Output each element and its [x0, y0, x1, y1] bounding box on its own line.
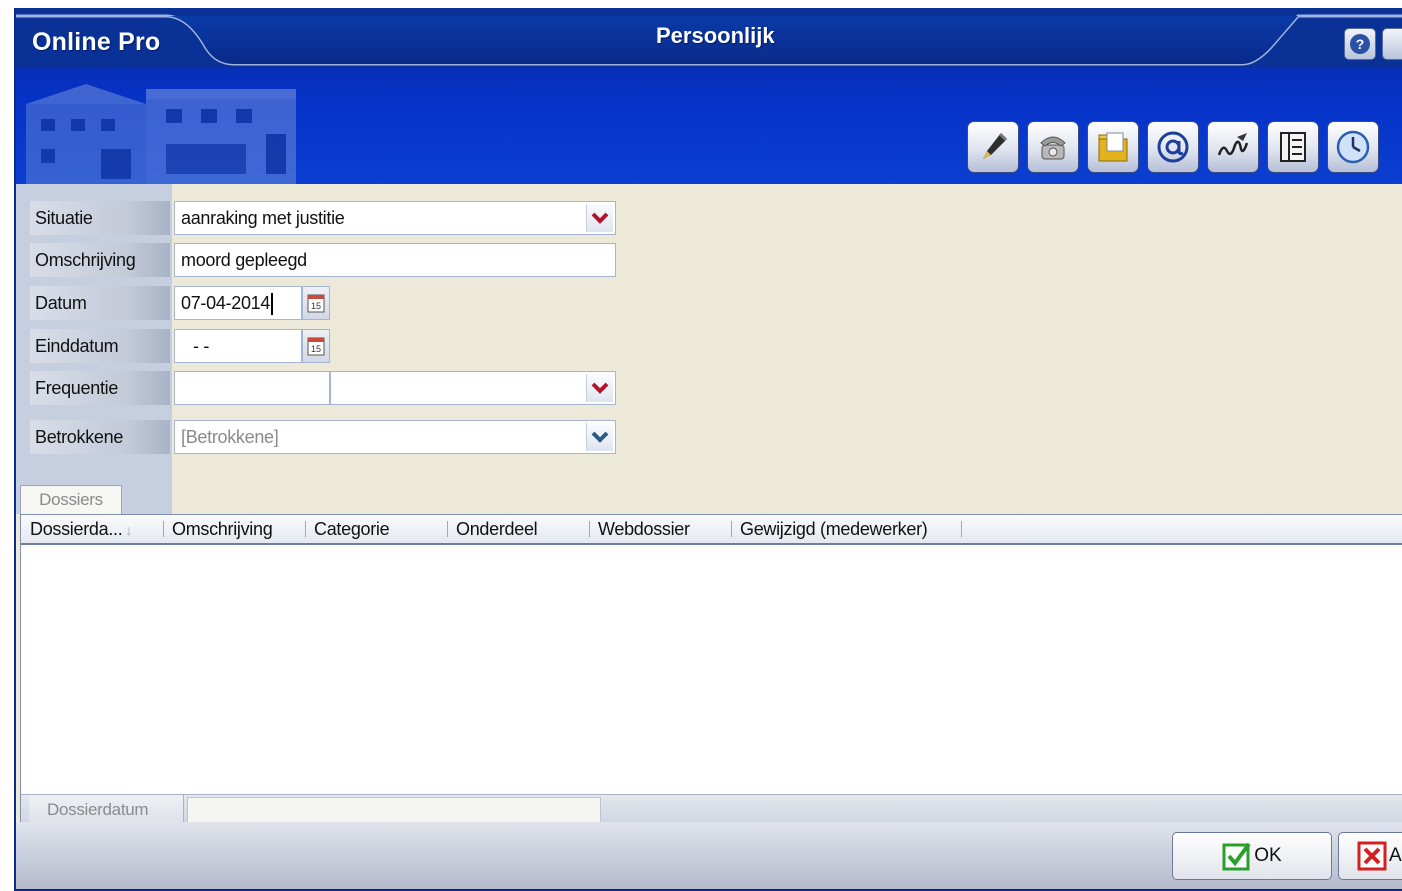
chevron-down-icon: [591, 382, 609, 394]
app-title: Online Pro: [32, 28, 161, 56]
calendar-icon: 15: [307, 294, 325, 313]
column-header-gewijzigd[interactable]: Gewijzigd (medewerker): [733, 515, 961, 543]
einddatum-input[interactable]: - -: [174, 329, 302, 363]
tab-dossiers[interactable]: Dossiers: [20, 485, 122, 515]
column-divider[interactable]: [447, 521, 448, 537]
einddatum-calendar-button[interactable]: 15: [302, 329, 330, 363]
email-button[interactable]: [1147, 121, 1199, 173]
help-icon: ?: [1350, 34, 1370, 54]
situatie-select[interactable]: aanraking met justitie: [174, 201, 616, 235]
column-header-omschrijving[interactable]: Omschrijving: [165, 515, 305, 543]
column-divider[interactable]: [961, 521, 962, 537]
frequentie-dropdown-button[interactable]: [586, 374, 613, 402]
folder-button[interactable]: [1087, 121, 1139, 173]
window-control-button[interactable]: [1382, 28, 1402, 60]
calendar-icon: 15: [307, 337, 325, 356]
help-button[interactable]: ?: [1344, 28, 1376, 60]
chevron-down-icon: [591, 212, 609, 224]
building-image: [26, 84, 296, 184]
omschrijving-label: Omschrijving: [30, 243, 170, 277]
frequentie-amount-input[interactable]: [174, 371, 330, 405]
cancel-label: A: [1389, 845, 1402, 866]
book-icon: [1280, 132, 1306, 162]
cancel-button[interactable]: A: [1338, 832, 1402, 880]
text-cursor: [271, 293, 274, 316]
book-button[interactable]: [1267, 121, 1319, 173]
header-banner: Online Pro Persoonlijk ?: [16, 8, 1402, 184]
folder-icon: [1098, 132, 1128, 162]
betrokkene-label: Betrokkene: [30, 420, 170, 454]
grid-header: Dossierda... ↓ Omschrijving Categorie Ond…: [21, 515, 1402, 545]
betrokkene-select[interactable]: [Betrokkene]: [174, 420, 616, 454]
column-label: Dossierda...: [30, 519, 123, 539]
column-divider[interactable]: [163, 521, 164, 537]
grid-filter-bar: Dossierdatum: [21, 794, 1402, 825]
svg-text:15: 15: [311, 344, 321, 354]
omschrijving-input[interactable]: moord gepleegd: [174, 243, 616, 277]
ok-label: OK: [1254, 845, 1282, 866]
column-divider[interactable]: [589, 521, 590, 537]
datum-label: Datum: [30, 286, 170, 320]
svg-text:15: 15: [311, 301, 321, 311]
datum-value: 07-04-2014: [181, 293, 271, 313]
column-header-webdossier[interactable]: Webdossier: [591, 515, 731, 543]
check-icon: [1222, 842, 1251, 871]
filter-input[interactable]: [187, 797, 601, 823]
pen-icon: [983, 133, 1007, 159]
clock-icon: [1336, 130, 1370, 164]
frequentie-label: Frequentie: [30, 371, 170, 405]
filter-label: Dossierdatum: [29, 795, 184, 825]
toolbar: [967, 121, 1379, 173]
close-icon: [1357, 841, 1387, 871]
einddatum-label: Einddatum: [30, 329, 170, 363]
betrokkene-placeholder: [Betrokkene]: [181, 427, 279, 447]
situatie-dropdown-button[interactable]: [586, 204, 613, 232]
datum-input[interactable]: 07-04-2014: [174, 286, 302, 320]
window-title: Persoonlijk: [656, 23, 775, 48]
signature-icon: [1217, 133, 1249, 156]
chevron-down-icon: [591, 431, 609, 443]
betrokkene-dropdown-button[interactable]: [586, 423, 613, 451]
column-divider[interactable]: [305, 521, 306, 537]
frequentie-unit-select[interactable]: [330, 371, 616, 405]
column-header-onderdeel[interactable]: Onderdeel: [449, 515, 589, 543]
signature-button[interactable]: [1207, 121, 1259, 173]
sort-arrow-icon: ↓: [125, 522, 133, 538]
button-bar: OK A: [16, 822, 1402, 889]
email-icon: [1157, 131, 1189, 163]
ok-button[interactable]: OK: [1172, 832, 1332, 880]
clock-button[interactable]: [1327, 121, 1379, 173]
column-header-dossierdatum[interactable]: Dossierda... ↓: [23, 515, 163, 543]
datum-calendar-button[interactable]: 15: [302, 286, 330, 320]
dossiers-grid: Dossierda... ↓ Omschrijving Categorie Ond…: [20, 514, 1402, 832]
situatie-label: Situatie: [30, 201, 170, 235]
phone-button[interactable]: [1027, 121, 1079, 173]
dialog-window: Online Pro Persoonlijk ? Situatie aanrak…: [14, 8, 1402, 891]
column-divider[interactable]: [731, 521, 732, 537]
pen-button[interactable]: [967, 121, 1019, 173]
column-header-categorie[interactable]: Categorie: [307, 515, 447, 543]
situatie-value: aanraking met justitie: [181, 208, 345, 228]
phone-icon: [1040, 136, 1066, 160]
